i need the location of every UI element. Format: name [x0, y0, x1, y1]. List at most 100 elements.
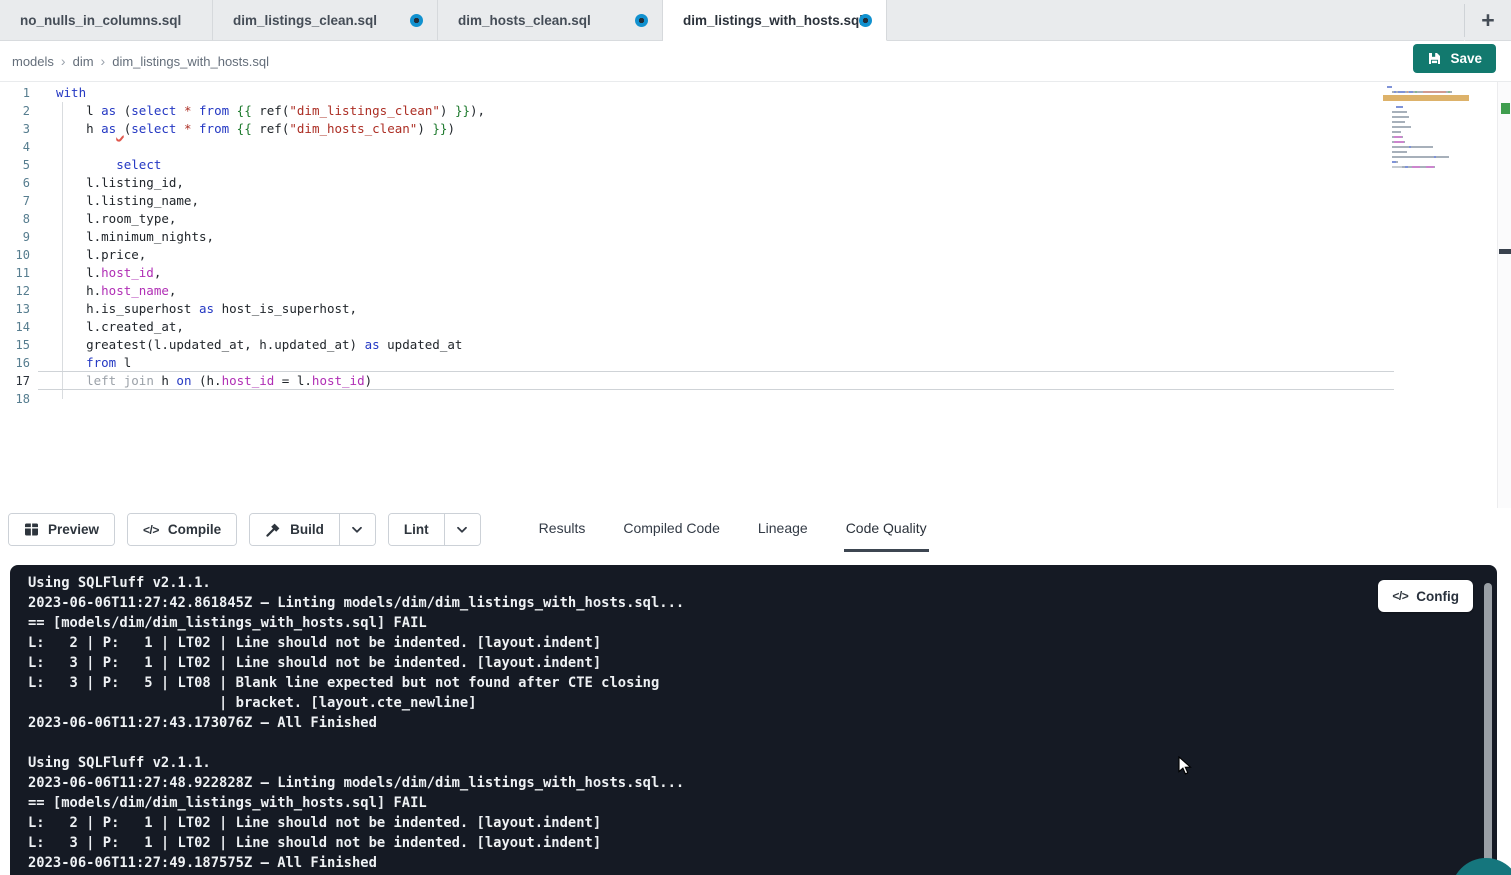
code-line[interactable]: 16 from l	[0, 354, 1511, 372]
minimap[interactable]	[1387, 86, 1465, 176]
minimap-line	[1387, 126, 1465, 128]
config-button[interactable]: </> Config	[1378, 580, 1473, 612]
tab-label: dim_hosts_clean.sql	[458, 13, 591, 28]
code-line[interactable]: 5 select	[0, 156, 1511, 174]
code-line[interactable]: 9 l.minimum_nights,	[0, 228, 1511, 246]
lint-dropdown-button[interactable]	[444, 514, 480, 545]
breadcrumb-chevron-icon: ›	[61, 53, 66, 69]
code-line[interactable]: 17 left join h on (h.host_id = l.host_id…	[0, 372, 1511, 390]
breadcrumb-segment[interactable]: models	[12, 54, 54, 69]
code-text: l.price,	[56, 246, 146, 264]
code-line[interactable]: 1with	[0, 84, 1511, 102]
tab-label: dim_listings_clean.sql	[233, 13, 377, 28]
code-line[interactable]: 8 l.room_type,	[0, 210, 1511, 228]
terminal-scrollbar[interactable]	[1484, 583, 1492, 875]
editor-tab[interactable]: dim_listings_with_hosts.sql	[663, 0, 887, 41]
chevron-down-icon	[456, 526, 468, 534]
code-icon: </>	[1392, 589, 1408, 603]
code-editor[interactable]: 1with2 l as (select * from {{ ref("dim_l…	[0, 81, 1511, 508]
line-number: 13	[0, 300, 30, 318]
action-button-group-build: Build	[249, 513, 376, 546]
code-text: with	[56, 84, 86, 102]
code-text: l.listing_name,	[56, 192, 199, 210]
code-line[interactable]: 10 l.price,	[0, 246, 1511, 264]
result-tabs: Results Compiled Code Lineage Code Quality	[537, 508, 929, 552]
line-number: 16	[0, 354, 30, 372]
code-line[interactable]: 12 h.host_name,	[0, 282, 1511, 300]
action-buttons: Preview </> Compile Build Lint	[0, 508, 493, 546]
minimap-line	[1387, 171, 1465, 173]
minimap-line	[1387, 91, 1465, 93]
code-line[interactable]: 3 h as (select * from {{ ref("dim_hosts_…	[0, 120, 1511, 138]
editor-scrollbar[interactable]	[1497, 82, 1511, 508]
code-line[interactable]: 13 h.is_superhost as host_is_superhost,	[0, 300, 1511, 318]
editor-tab[interactable]: dim_hosts_clean.sql	[438, 0, 663, 41]
code-text: l.created_at,	[56, 318, 184, 336]
save-button[interactable]: Save	[1413, 44, 1496, 73]
line-number: 12	[0, 282, 30, 300]
line-number: 4	[0, 138, 30, 156]
line-number: 14	[0, 318, 30, 336]
code-text: h as (select * from {{ ref("dim_hosts_cl…	[56, 120, 455, 138]
result-tab-code-quality[interactable]: Code Quality	[844, 508, 929, 552]
scrollbar-cursor-marker	[1499, 249, 1511, 254]
code-line[interactable]: 6 l.listing_id,	[0, 174, 1511, 192]
minimap-line	[1387, 156, 1465, 158]
build-button[interactable]: Build	[250, 514, 339, 545]
tab-bar-filler	[887, 0, 1464, 41]
code-line[interactable]: 4	[0, 138, 1511, 156]
editor-tab[interactable]: dim_listings_clean.sql	[213, 0, 438, 41]
editor-tab[interactable]: no_nulls_in_columns.sql	[0, 0, 213, 41]
result-tab-results[interactable]: Results	[537, 508, 588, 552]
code-text: h.host_name,	[56, 282, 176, 300]
minimap-line	[1387, 146, 1465, 148]
code-text: l.minimum_nights,	[56, 228, 214, 246]
line-number: 15	[0, 336, 30, 354]
code-text: l.host_id,	[56, 264, 161, 282]
line-number: 11	[0, 264, 30, 282]
code-line[interactable]: 2 l as (select * from {{ ref("dim_listin…	[0, 102, 1511, 120]
build-dropdown-button[interactable]	[339, 514, 375, 545]
minimap-line	[1387, 101, 1465, 103]
breadcrumb-segment[interactable]: dim_listings_with_hosts.sql	[112, 54, 269, 69]
line-number: 9	[0, 228, 30, 246]
code-line[interactable]: 11 l.host_id,	[0, 264, 1511, 282]
minimap-highlight	[1383, 95, 1469, 101]
plus-icon: +	[1481, 7, 1494, 34]
line-number: 17	[0, 372, 30, 390]
minimap-line	[1387, 121, 1465, 123]
code-line[interactable]: 15 greatest(l.updated_at, h.updated_at) …	[0, 336, 1511, 354]
breadcrumb-segment[interactable]: dim	[73, 54, 94, 69]
code-text: left join h on (h.host_id = l.host_id)	[56, 372, 372, 390]
code-line[interactable]: 18	[0, 390, 1511, 408]
compile-button[interactable]: </> Compile	[128, 514, 236, 545]
minimap-line	[1387, 161, 1465, 163]
code-text: from l	[56, 354, 131, 372]
code-line[interactable]: 7 l.listing_name,	[0, 192, 1511, 210]
line-number: 5	[0, 156, 30, 174]
code-icon: </>	[143, 523, 159, 537]
chevron-down-icon	[351, 526, 363, 534]
save-button-label: Save	[1450, 51, 1482, 66]
action-button-label: Build	[290, 522, 324, 537]
breadcrumb: models›dim›dim_listings_with_hosts.sql	[12, 53, 269, 69]
new-tab-button[interactable]: +	[1465, 0, 1511, 41]
code-text: greatest(l.updated_at, h.updated_at) as …	[56, 336, 462, 354]
code-text: l.listing_id,	[56, 174, 184, 192]
code-text: h.is_superhost as host_is_superhost,	[56, 300, 357, 318]
line-number: 3	[0, 120, 30, 138]
code-text: select	[56, 156, 161, 174]
lint-button[interactable]: Lint	[389, 514, 444, 545]
line-number: 8	[0, 210, 30, 228]
modified-dot-icon	[635, 14, 648, 27]
editor-tabs: no_nulls_in_columns.sql dim_listings_clea…	[0, 0, 887, 41]
result-tab-lineage[interactable]: Lineage	[756, 508, 810, 552]
result-tab-compiled-code[interactable]: Compiled Code	[621, 508, 722, 552]
preview-button[interactable]: Preview	[9, 514, 114, 545]
code-area: 1with2 l as (select * from {{ ref("dim_l…	[0, 82, 1511, 408]
action-button-label: Compile	[168, 522, 221, 537]
code-line[interactable]: 14 l.created_at,	[0, 318, 1511, 336]
action-button-label: Preview	[48, 522, 99, 537]
tab-bar: no_nulls_in_columns.sql dim_listings_clea…	[0, 0, 1511, 41]
modified-dot-icon	[859, 14, 872, 27]
